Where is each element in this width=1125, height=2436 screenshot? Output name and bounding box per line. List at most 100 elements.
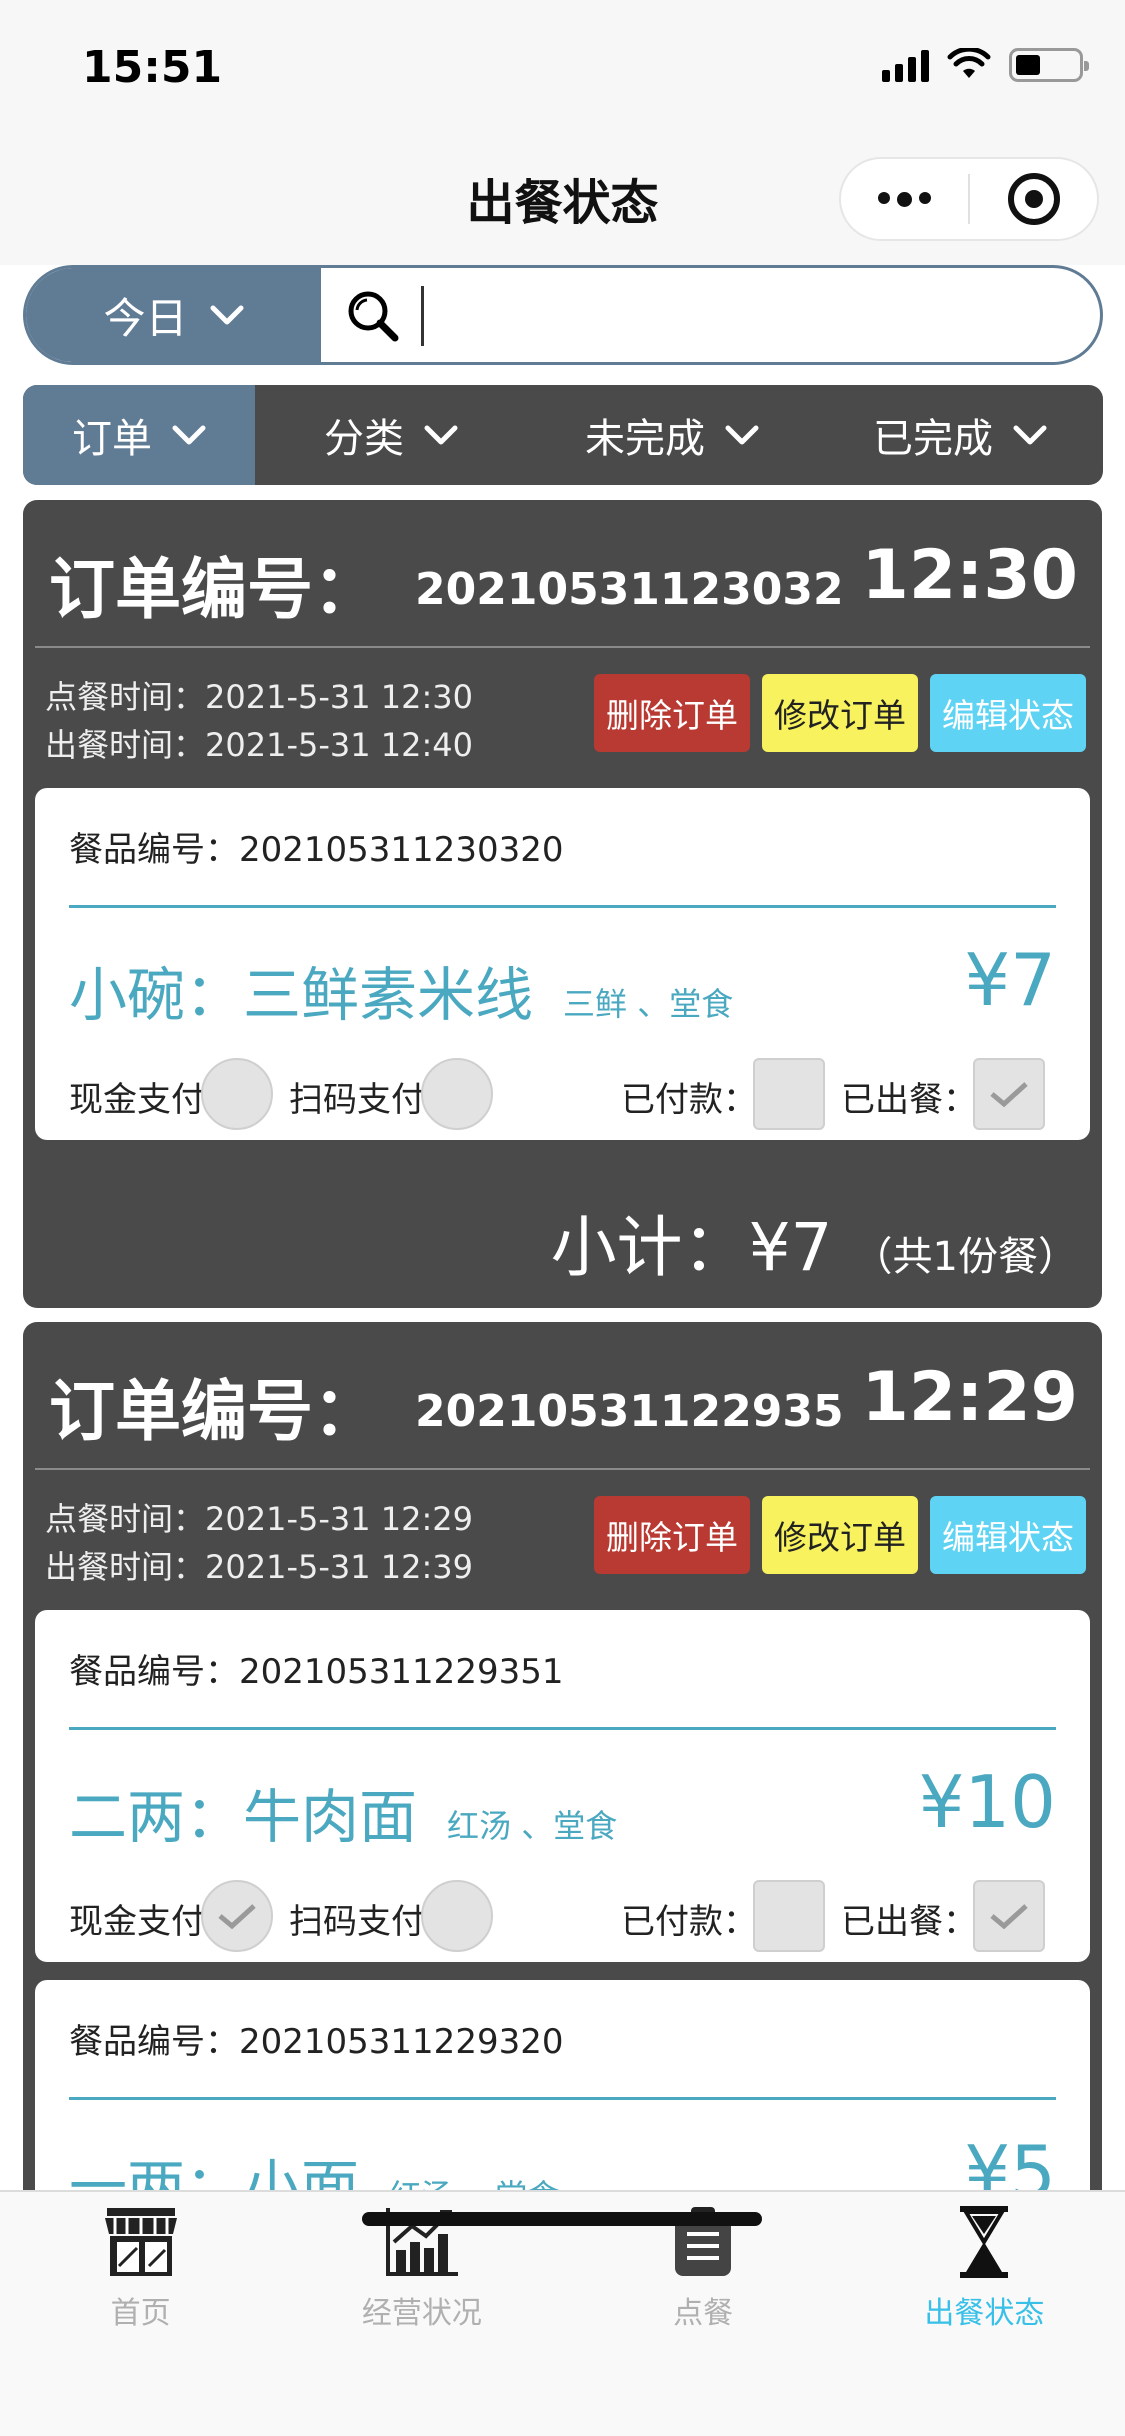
chevron-down-icon bbox=[424, 425, 458, 445]
tab-label: 首页 bbox=[110, 2296, 171, 2331]
filter-tab-order[interactable]: 订单 bbox=[23, 385, 255, 485]
item-price: ¥10 bbox=[918, 1760, 1056, 1844]
store-icon bbox=[104, 2208, 177, 2276]
order-serve-time: 出餐时间：2021-5-31 12:39 bbox=[45, 1548, 474, 1586]
cash-radio[interactable] bbox=[201, 1880, 273, 1952]
order-number: 20210531123032 bbox=[415, 564, 844, 615]
order-number: 20210531122935 bbox=[415, 1386, 844, 1437]
item-code: 餐品编号：202105311229351 bbox=[69, 1610, 1056, 1730]
search-input[interactable] bbox=[421, 286, 424, 346]
order-placed-time: 点餐时间：2021-5-31 12:30 bbox=[45, 678, 474, 716]
order-header: 订单编号： 20210531123032 12:30 bbox=[35, 500, 1090, 648]
search-icon bbox=[348, 291, 399, 342]
order-subtotal: 小计：¥7 （共1份餐） bbox=[35, 1158, 1090, 1308]
check-icon bbox=[218, 1904, 256, 1929]
order-card: 订单编号： 20210531122935 12:29 点餐时间：2021-5-3… bbox=[23, 1322, 1102, 2190]
chevron-down-icon bbox=[1013, 425, 1047, 445]
scan-radio[interactable] bbox=[421, 1880, 493, 1952]
paid-label: 已付款： bbox=[621, 1902, 757, 1942]
order-meta: 点餐时间：2021-5-31 12:29 出餐时间：2021-5-31 12:3… bbox=[35, 1470, 1090, 1610]
close-button[interactable] bbox=[970, 159, 1097, 239]
edit-status-button[interactable]: 编辑状态 bbox=[930, 674, 1086, 752]
tab-home[interactable]: 首页 bbox=[0, 2192, 281, 2332]
order-meta: 点餐时间：2021-5-31 12:30 出餐时间：2021-5-31 12:4… bbox=[35, 648, 1090, 788]
served-checkbox[interactable] bbox=[973, 1058, 1045, 1130]
chevron-down-icon bbox=[725, 425, 759, 445]
tab-serve-status[interactable]: 出餐状态 bbox=[844, 2192, 1125, 2332]
served-label: 已出餐： bbox=[841, 1902, 977, 1942]
payment-row: 现金支付 扫码支付 已付款： 已出餐： bbox=[69, 1880, 1056, 1952]
item-price: ¥7 bbox=[964, 938, 1056, 1022]
order-placed-time: 点餐时间：2021-5-31 12:29 bbox=[45, 1500, 474, 1538]
signal-icon bbox=[882, 48, 929, 82]
filter-bar: 订单 分类 未完成 已完成 bbox=[23, 385, 1103, 485]
scan-label: 扫码支付 bbox=[289, 1902, 425, 1942]
tab-label: 点餐 bbox=[673, 2296, 734, 2331]
tab-label: 经营状况 bbox=[361, 2296, 482, 2331]
item-name: 二两：牛肉面 红汤 、堂食 bbox=[69, 1783, 618, 1851]
served-checkbox[interactable] bbox=[973, 1880, 1045, 1952]
paid-label: 已付款： bbox=[621, 1080, 757, 1120]
meal-item: 餐品编号：202105311229320 一两：小面红汤 、堂食 ¥5 bbox=[35, 1980, 1090, 2190]
order-serve-time: 出餐时间：2021-5-31 12:40 bbox=[45, 726, 474, 764]
date-filter-dropdown[interactable]: 今日 bbox=[26, 268, 321, 362]
filter-tab-category[interactable]: 分类 bbox=[255, 385, 527, 485]
target-icon bbox=[1007, 173, 1060, 225]
delete-order-button[interactable]: 删除订单 bbox=[594, 674, 750, 752]
filter-label: 已完成 bbox=[873, 416, 993, 462]
cash-label: 现金支付 bbox=[69, 1080, 205, 1120]
date-filter-label: 今日 bbox=[103, 293, 188, 343]
item-tags: 红汤 、堂食 bbox=[389, 2177, 559, 2190]
delete-order-button[interactable]: 删除订单 bbox=[594, 1496, 750, 1574]
mini-program-capsule bbox=[839, 157, 1099, 241]
modify-order-button[interactable]: 修改订单 bbox=[762, 1496, 918, 1574]
check-icon bbox=[990, 1082, 1028, 1107]
item-price: ¥5 bbox=[964, 2130, 1056, 2190]
item-tags: 三鲜 、堂食 bbox=[563, 985, 734, 1023]
status-time: 15:51 bbox=[82, 42, 223, 93]
more-button[interactable] bbox=[841, 159, 968, 239]
filter-tab-unfinished[interactable]: 未完成 bbox=[527, 385, 817, 485]
paid-checkbox[interactable] bbox=[753, 1058, 825, 1130]
filter-label: 未完成 bbox=[585, 416, 705, 462]
subtotal-amount: ¥7 bbox=[748, 1209, 833, 1286]
search-bar: 今日 bbox=[23, 265, 1103, 365]
check-icon bbox=[990, 1904, 1028, 1929]
hourglass-icon bbox=[960, 2206, 1009, 2278]
chevron-down-icon bbox=[210, 305, 243, 325]
order-list[interactable]: 订单编号： 20210531123032 12:30 点餐时间：2021-5-3… bbox=[0, 500, 1125, 2190]
item-code: 餐品编号：202105311229320 bbox=[69, 1980, 1056, 2100]
filter-tab-finished[interactable]: 已完成 bbox=[817, 385, 1103, 485]
meal-item: 餐品编号：202105311230320 小碗：三鲜素米线 三鲜 、堂食 ¥7 现… bbox=[35, 788, 1090, 1140]
battery-icon bbox=[1009, 48, 1089, 82]
item-name: 小碗：三鲜素米线 三鲜 、堂食 bbox=[69, 961, 734, 1029]
served-label: 已出餐： bbox=[841, 1080, 977, 1120]
scan-radio[interactable] bbox=[421, 1058, 493, 1130]
status-icons bbox=[882, 48, 1089, 82]
modify-order-button[interactable]: 修改订单 bbox=[762, 674, 918, 752]
subtotal-label: 小计： bbox=[550, 1209, 749, 1286]
item-tags: 红汤 、堂食 bbox=[447, 1807, 618, 1845]
order-time: 12:30 bbox=[861, 536, 1078, 615]
order-card: 订单编号： 20210531123032 12:30 点餐时间：2021-5-3… bbox=[23, 500, 1102, 1308]
order-time: 12:29 bbox=[861, 1358, 1078, 1437]
chevron-down-icon bbox=[172, 425, 206, 445]
item-code: 餐品编号：202105311230320 bbox=[69, 788, 1056, 908]
payment-row: 现金支付 扫码支付 已付款： 已出餐： bbox=[69, 1058, 1056, 1130]
paid-checkbox[interactable] bbox=[753, 1880, 825, 1952]
meal-count: （共1份餐） bbox=[852, 1234, 1078, 1280]
scan-label: 扫码支付 bbox=[289, 1080, 425, 1120]
tab-bar: 首页 经营状况 点餐 出餐状态 bbox=[0, 2190, 1125, 2436]
status-bar: 15:51 bbox=[0, 0, 1125, 135]
filter-label: 分类 bbox=[324, 416, 404, 462]
nav-bar: 出餐状态 bbox=[0, 135, 1125, 265]
filter-label: 订单 bbox=[72, 416, 152, 462]
edit-status-button[interactable]: 编辑状态 bbox=[930, 1496, 1086, 1574]
more-dots-icon bbox=[878, 191, 931, 207]
order-header: 订单编号： 20210531122935 12:29 bbox=[35, 1322, 1090, 1470]
order-number-label: 订单编号： bbox=[49, 551, 379, 628]
home-indicator bbox=[362, 2212, 762, 2226]
cash-radio[interactable] bbox=[201, 1058, 273, 1130]
meal-item: 餐品编号：202105311229351 二两：牛肉面 红汤 、堂食 ¥10 现金… bbox=[35, 1610, 1090, 1962]
item-name: 一两：小面红汤 、堂食 bbox=[69, 2140, 559, 2190]
